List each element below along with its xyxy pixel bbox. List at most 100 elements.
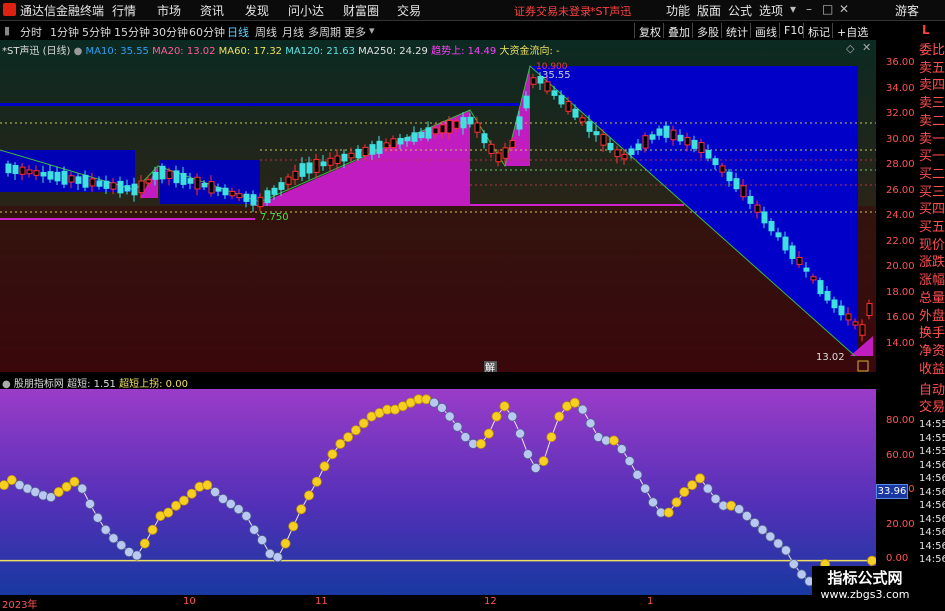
period-60min[interactable]: 60分钟: [189, 24, 225, 40]
indicator-tick-label: 80.00: [886, 415, 915, 426]
candle-body: [383, 142, 390, 149]
btn-f10[interactable]: F10: [784, 24, 804, 37]
indicator-point-up: [483, 428, 494, 439]
candle-body: [768, 220, 775, 232]
price-tick-label: 14.00: [886, 337, 915, 349]
indicator-panel[interactable]: ● 股朋指标网 超短: 1.51 超短上拐: 0.00: [0, 373, 878, 604]
candle-body: [208, 181, 215, 194]
candle-body: [145, 179, 152, 184]
btn-duogu[interactable]: 多股: [697, 24, 719, 40]
btn-diejia[interactable]: 叠加: [668, 24, 690, 40]
toolbar-divider: [721, 23, 722, 38]
menu-wenxiaoda[interactable]: 问小达: [288, 2, 324, 19]
period-5min[interactable]: 5分钟: [82, 24, 111, 40]
indicator-point-down: [788, 559, 799, 570]
panel-settings-icon[interactable]: ◇: [846, 42, 854, 55]
quote-label: 净资: [919, 343, 945, 359]
btn-huaxian[interactable]: 画线: [755, 24, 777, 40]
date-label: 1: [647, 596, 654, 607]
panel-close-icon[interactable]: ✕: [862, 41, 871, 54]
quote-label: 卖四: [919, 78, 945, 94]
candle-body: [453, 120, 460, 129]
period-monthly[interactable]: 月线: [282, 24, 304, 40]
btn-biaoji[interactable]: 标记: [808, 24, 830, 40]
watermark: 指标公式网 www.zbgs3.com: [812, 566, 918, 608]
indicator-point-down: [632, 469, 643, 480]
menu-banmian[interactable]: 版面: [697, 2, 721, 19]
candle-body: [446, 120, 453, 134]
quote-column: 委比 卖五 卖四 卖三 卖二 卖一 买一 买二 买三 买四 买五 现价 涨跌 涨幅 总量 外盘 换手 净资 收益 自动…: [918, 40, 945, 609]
indicator-point-down: [100, 524, 111, 535]
candle-body: [488, 143, 495, 154]
period-fenshi[interactable]: 分时: [20, 24, 42, 40]
candle-body: [810, 276, 817, 281]
period-multi[interactable]: 多周期: [308, 24, 341, 40]
btn-add-watchlist[interactable]: +自选: [837, 24, 868, 40]
indicator-point-down: [210, 487, 221, 498]
price-tick-label: 36.00: [886, 57, 915, 68]
menu-caifuquan[interactable]: 财富圈: [343, 2, 379, 19]
indicator-point-down: [710, 493, 721, 504]
indicator-point-up: [139, 538, 150, 549]
menu-xuanxiang[interactable]: 选项: [759, 2, 783, 19]
quote-label: 卖五: [919, 60, 945, 76]
period-daily[interactable]: 日线: [227, 24, 249, 40]
unlock-label: 解: [485, 361, 495, 372]
indicator-point-up: [303, 490, 314, 501]
menu-gongshi[interactable]: 公式: [728, 2, 752, 19]
candle-body: [691, 139, 698, 149]
candle-body: [313, 158, 320, 173]
maximize-icon[interactable]: □: [822, 2, 833, 16]
quote-label: 现价: [919, 237, 945, 253]
candle-body: [131, 183, 138, 196]
toolbar-handle-icon: ▮: [4, 24, 11, 37]
indicator-point-down: [648, 497, 659, 508]
btn-tongji[interactable]: 统计: [726, 24, 748, 40]
kline-svg: 7.750 35.55 10.900 13.02 解: [0, 40, 876, 374]
period-15min[interactable]: 15分钟: [114, 24, 150, 40]
candle-body: [418, 131, 425, 139]
candle-body: [397, 137, 404, 145]
candle-body: [635, 143, 642, 151]
period-weekly[interactable]: 周线: [255, 24, 277, 40]
candle-body: [460, 117, 467, 129]
candle-body: [306, 162, 313, 174]
candle-body: [425, 127, 432, 139]
more-chevron-icon[interactable]: ▾: [369, 24, 375, 37]
dropdown-icon[interactable]: ▾: [790, 2, 796, 16]
period-30min[interactable]: 30分钟: [152, 24, 188, 40]
quote-label: 收益: [919, 361, 945, 377]
candle-body: [621, 153, 628, 160]
menu-gongneng[interactable]: 功能: [666, 2, 690, 19]
guest-label[interactable]: 游客: [895, 2, 919, 19]
indicator-point-up: [608, 435, 619, 446]
candle-body: [40, 171, 47, 177]
date-label: 12: [484, 596, 497, 607]
period-more[interactable]: 更多: [344, 24, 366, 40]
trade-login-status[interactable]: 证券交易未登录: [514, 3, 591, 19]
btn-fuquan[interactable]: 复权: [639, 24, 661, 40]
menu-zixun[interactable]: 资讯: [200, 2, 224, 19]
candle-body: [180, 172, 187, 185]
menu-jiaoyi[interactable]: 交易: [397, 2, 421, 19]
indicator-signal: 超短上拐: 0.00: [119, 379, 188, 390]
minimize-icon[interactable]: –: [806, 2, 812, 16]
candle-body: [327, 157, 334, 166]
indicator-point-down: [749, 517, 760, 528]
menu-faxian[interactable]: 发现: [245, 2, 269, 19]
indicator-point-down: [616, 444, 627, 455]
close-icon[interactable]: ✕: [839, 2, 849, 16]
indicator-point-up: [687, 480, 698, 491]
kline-chart-panel[interactable]: 7.750 35.55 10.900 13.02 解 *ST声迅 (日线) ● …: [0, 40, 876, 374]
indicator-point-down: [507, 411, 518, 422]
indicator-point-down: [460, 432, 471, 443]
btn-l[interactable]: L: [922, 23, 930, 37]
menu-hangqing[interactable]: 行情: [112, 2, 136, 19]
indicator-point-down: [116, 540, 127, 551]
period-1min[interactable]: 1分钟: [50, 24, 79, 40]
menu-shichang[interactable]: 市场: [157, 2, 181, 19]
candle-body: [754, 204, 761, 213]
candle-body: [474, 122, 481, 133]
candle-body: [586, 121, 593, 132]
indicator-point-down: [624, 456, 635, 467]
